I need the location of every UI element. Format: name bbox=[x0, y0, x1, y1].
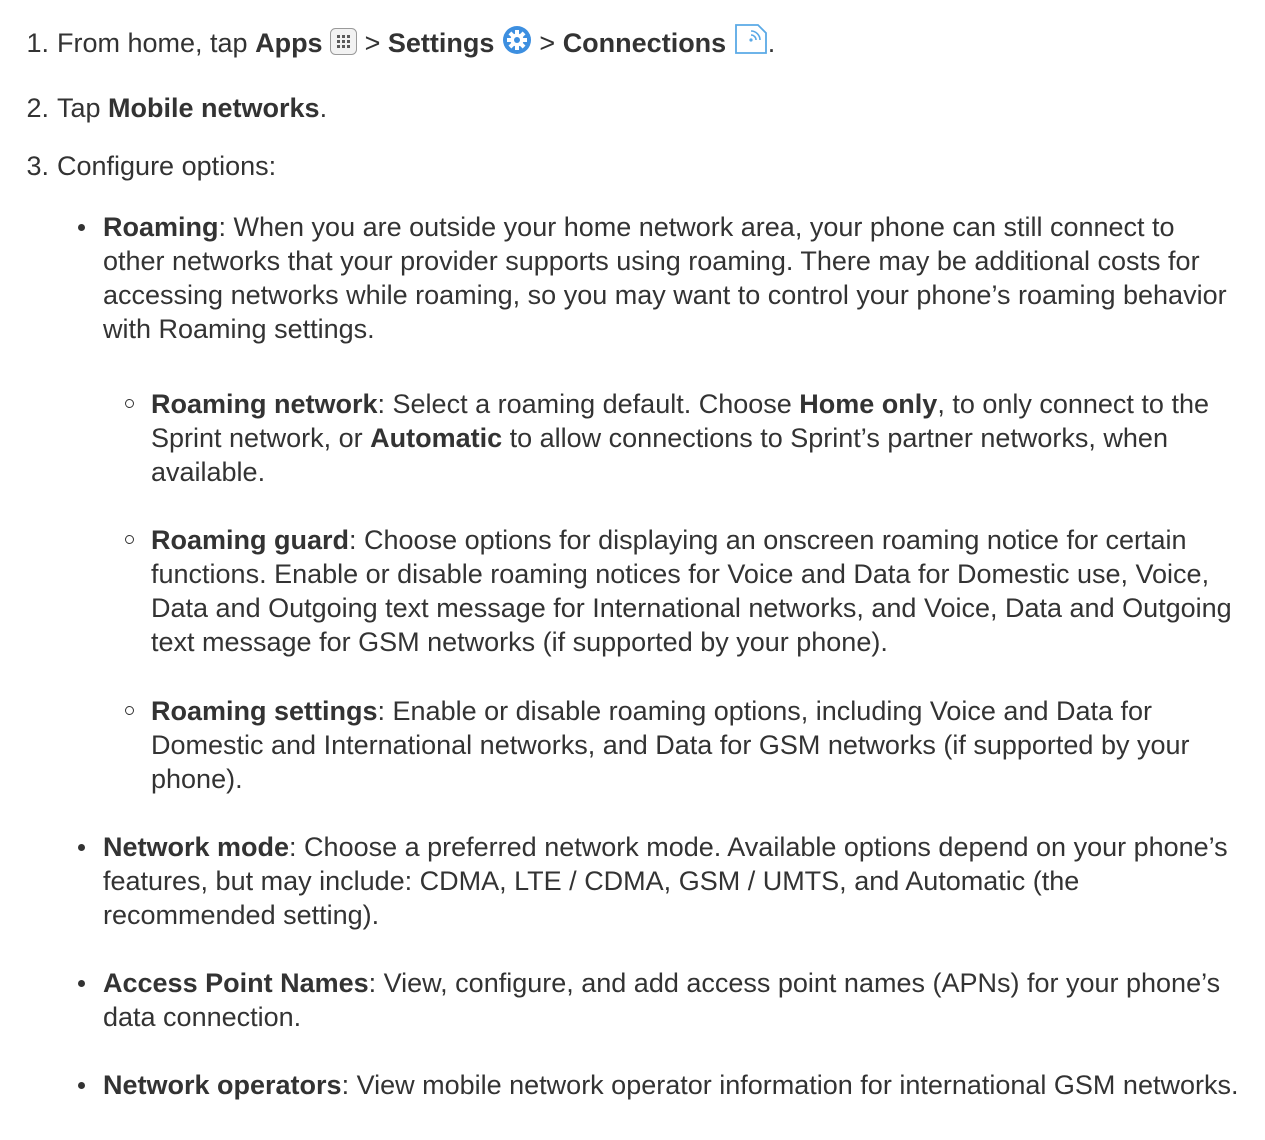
option-term: Roaming bbox=[103, 212, 219, 242]
settings-gear-icon bbox=[502, 25, 532, 63]
step-number: 2. bbox=[26, 93, 49, 123]
bullet-circle bbox=[125, 706, 134, 715]
bullet-dot bbox=[78, 980, 85, 987]
option-roaming-guard: Roaming guard: Choose options for displa… bbox=[125, 523, 1256, 659]
option-description: : When you are outside your home network… bbox=[103, 212, 1227, 344]
automatic-label: Automatic bbox=[370, 423, 503, 453]
option-roaming: Roaming: When you are outside your home … bbox=[78, 210, 1243, 346]
option-term: Roaming network bbox=[151, 389, 378, 419]
option-description: : Select a roaming default. Choose bbox=[377, 389, 800, 419]
settings-label: Settings bbox=[387, 28, 495, 58]
option-access-point-names: Access Point Names: View, configure, and… bbox=[78, 966, 1243, 1034]
step-1: 1. From home, tap Apps > Settings > Conn… bbox=[0, 21, 775, 63]
bullet-dot bbox=[78, 224, 85, 231]
option-term: Roaming settings bbox=[151, 696, 378, 726]
step-2: 2. Tap Mobile networks. bbox=[0, 91, 327, 125]
bullet-circle bbox=[125, 535, 134, 544]
step-text: From home, tap bbox=[57, 28, 256, 58]
bullet-circle bbox=[125, 399, 134, 408]
option-term: Roaming guard bbox=[151, 525, 350, 555]
separator: > bbox=[531, 28, 563, 58]
apps-icon bbox=[330, 28, 358, 63]
option-term: Network operators bbox=[103, 1070, 342, 1100]
bullet-dot bbox=[78, 844, 85, 851]
home-only-label: Home only bbox=[799, 389, 938, 419]
separator: > bbox=[357, 28, 388, 58]
step-number: 1. bbox=[26, 28, 49, 58]
step-text: Configure options: bbox=[57, 151, 277, 181]
step-number: 3. bbox=[26, 151, 49, 181]
option-roaming-network: Roaming network: Select a roaming defaul… bbox=[125, 387, 1256, 489]
bullet-dot bbox=[78, 1082, 85, 1089]
connections-label: Connections bbox=[562, 28, 727, 58]
connections-icon bbox=[734, 21, 768, 63]
step-text: Tap bbox=[57, 93, 109, 123]
option-network-operators: Network operators: View mobile network o… bbox=[78, 1068, 1243, 1102]
period: . bbox=[319, 93, 328, 123]
mobile-networks-label: Mobile networks bbox=[108, 93, 320, 123]
option-roaming-settings: Roaming settings: Enable or disable roam… bbox=[125, 694, 1256, 796]
option-term: Access Point Names bbox=[103, 968, 369, 998]
step-3: 3. Configure options: bbox=[0, 149, 276, 183]
option-network-mode: Network mode: Choose a preferred network… bbox=[78, 830, 1243, 932]
option-description: : View mobile network operator informati… bbox=[341, 1070, 1239, 1100]
apps-label: Apps bbox=[255, 28, 323, 58]
option-term: Network mode bbox=[103, 832, 290, 862]
period: . bbox=[767, 28, 776, 58]
